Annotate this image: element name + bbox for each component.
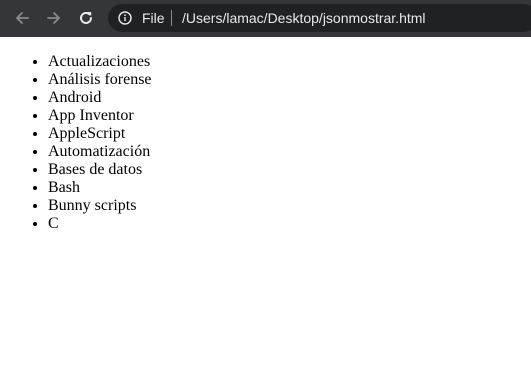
page-content: Actualizaciones Análisis forense Android…: [0, 37, 531, 388]
address-bar[interactable]: File /Users/lamac/Desktop/jsonmostrar.ht…: [108, 4, 531, 32]
list-item: Android: [48, 89, 152, 107]
list-item: Análisis forense: [48, 71, 152, 89]
list-item: C: [48, 215, 152, 233]
category-list: Actualizaciones Análisis forense Android…: [0, 53, 152, 233]
reload-icon: [80, 11, 92, 24]
info-icon[interactable]: [118, 11, 132, 25]
list-item: Bash: [48, 179, 152, 197]
browser-toolbar: File /Users/lamac/Desktop/jsonmostrar.ht…: [0, 0, 531, 37]
list-item: Bases de datos: [48, 161, 152, 179]
scheme-label: File: [142, 10, 165, 26]
forward-button[interactable]: [42, 6, 66, 30]
url-text[interactable]: /Users/lamac/Desktop/jsonmostrar.html: [182, 9, 426, 27]
address-divider: [171, 10, 172, 26]
reload-button[interactable]: [74, 6, 98, 30]
back-button[interactable]: [10, 6, 34, 30]
arrow-right-icon: [47, 12, 60, 24]
arrow-left-icon: [16, 12, 29, 24]
list-item: Actualizaciones: [48, 53, 152, 71]
list-item: Automatización: [48, 143, 152, 161]
list-item: Bunny scripts: [48, 197, 152, 215]
list-item: App Inventor: [48, 107, 152, 125]
list-item: AppleScript: [48, 125, 152, 143]
